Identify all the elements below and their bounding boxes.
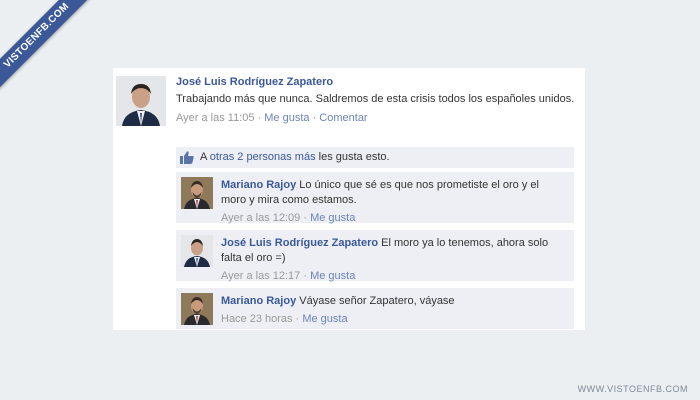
comment-meta: Ayer a las 12:17 · Me gusta bbox=[221, 269, 567, 284]
comment-body: Mariano Rajoy Váyase señor Zapatero, váy… bbox=[221, 294, 567, 327]
comment-meta: Hace 23 horas · Me gusta bbox=[221, 312, 567, 327]
meta-separator: · bbox=[300, 270, 311, 282]
likes-prefix: A bbox=[200, 151, 210, 163]
likes-suffix: les gusta esto. bbox=[315, 151, 390, 163]
meta-separator: · bbox=[309, 112, 320, 124]
comment-timestamp[interactable]: Hace 23 horas bbox=[221, 313, 293, 325]
likes-text: A otras 2 personas más les gusta esto. bbox=[200, 147, 390, 168]
likes-people-link[interactable]: otras 2 personas más bbox=[210, 151, 316, 163]
comment-author-name[interactable]: Mariano Rajoy bbox=[221, 295, 296, 307]
meta-separator: · bbox=[292, 313, 303, 325]
comment-author-name[interactable]: Mariano Rajoy bbox=[221, 179, 296, 191]
comment-timestamp[interactable]: Ayer a las 12:09 bbox=[221, 212, 300, 224]
comment-item: Mariano Rajoy Váyase señor Zapatero, váy… bbox=[176, 288, 574, 329]
comment-avatar[interactable] bbox=[181, 235, 213, 267]
comment-author-name[interactable]: José Luis Rodríguez Zapatero bbox=[221, 237, 378, 249]
watermark-ribbon-text: VISTOENFB.COM bbox=[0, 0, 98, 97]
comment-avatar[interactable] bbox=[181, 177, 213, 209]
comment-body: Mariano Rajoy Lo único que sé es que nos… bbox=[221, 178, 567, 226]
thumbs-up-icon bbox=[180, 151, 194, 172]
meta-separator: · bbox=[254, 112, 265, 124]
comment-link[interactable]: Comentar bbox=[319, 112, 367, 124]
comment-timestamp[interactable]: Ayer a las 12:17 bbox=[221, 270, 300, 282]
post-timestamp[interactable]: Ayer a las 11:05 bbox=[176, 112, 254, 124]
like-link[interactable]: Me gusta bbox=[264, 112, 309, 124]
comment-body: José Luis Rodríguez Zapatero El moro ya … bbox=[221, 236, 567, 284]
comment-like-link[interactable]: Me gusta bbox=[310, 212, 355, 224]
comment-text: Váyase señor Zapatero, váyase bbox=[296, 295, 455, 307]
likes-bar: A otras 2 personas más les gusta esto. bbox=[176, 147, 574, 168]
comment-avatar[interactable] bbox=[181, 293, 213, 325]
watermark-ribbon: VISTOENFB.COM bbox=[0, 0, 110, 110]
watermark-footer: WWW.VISTOENFB.COM bbox=[577, 384, 688, 394]
comment-like-link[interactable]: Me gusta bbox=[310, 270, 355, 282]
comment-meta: Ayer a las 12:09 · Me gusta bbox=[221, 211, 567, 226]
facebook-post-card: José Luis Rodríguez Zapatero Trabajando … bbox=[113, 68, 585, 330]
post-content: José Luis Rodríguez Zapatero Trabajando … bbox=[176, 76, 576, 124]
post-meta: Ayer a las 11:05 · Me gusta · Comentar bbox=[176, 112, 576, 124]
comment-like-link[interactable]: Me gusta bbox=[302, 313, 347, 325]
avatar[interactable] bbox=[116, 76, 166, 126]
comment-item: José Luis Rodríguez Zapatero El moro ya … bbox=[176, 230, 574, 284]
post-text: Trabajando más que nunca. Saldremos de e… bbox=[176, 93, 575, 105]
comment-item: Mariano Rajoy Lo único que sé es que nos… bbox=[176, 172, 574, 226]
meta-separator: · bbox=[300, 212, 311, 224]
post-author-name[interactable]: José Luis Rodríguez Zapatero bbox=[176, 76, 576, 88]
